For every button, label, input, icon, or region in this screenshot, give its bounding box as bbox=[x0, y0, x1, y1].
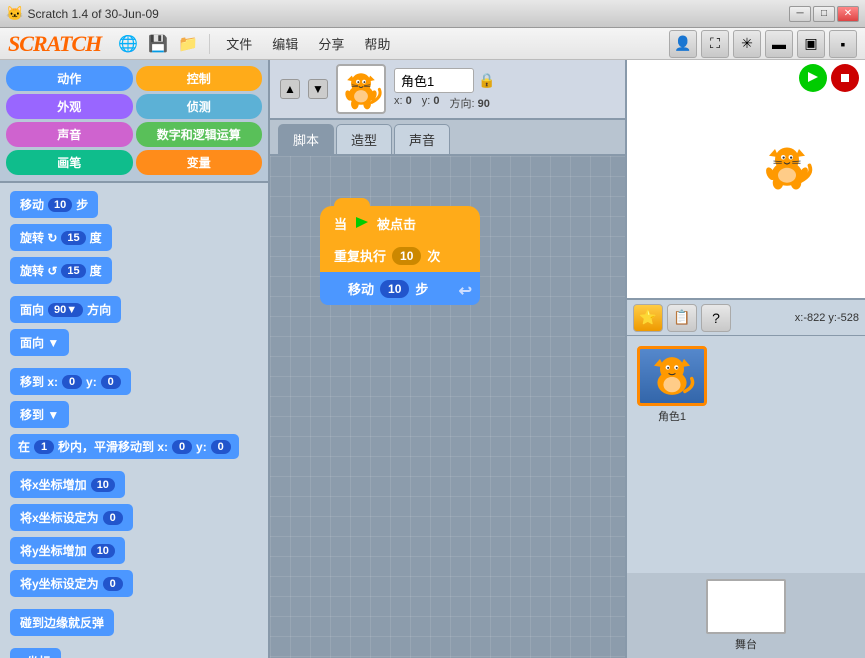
menu-separator bbox=[209, 34, 210, 54]
script-block-group: 当 被点击 重复执行 10 次 移动 10 步 bbox=[320, 206, 480, 305]
categories: 动作 控制 外观 侦测 声音 数字和逻辑运算 画笔 变量 bbox=[0, 60, 268, 183]
sprite-thumbnail-cat bbox=[338, 66, 384, 112]
sprite-list-cat bbox=[642, 350, 702, 402]
sprite-item-1[interactable]: 角色1 bbox=[637, 346, 707, 424]
stop-btn[interactable] bbox=[831, 64, 859, 92]
block-move[interactable]: 移动 10 步 bbox=[10, 191, 98, 218]
menu-file[interactable]: 文件 bbox=[218, 30, 260, 57]
block-change-y[interactable]: 将y坐标增加 10 bbox=[10, 537, 125, 564]
globe-icon[interactable]: 🌐 bbox=[115, 31, 141, 57]
block-goto[interactable]: 移到 ▼ bbox=[10, 401, 69, 428]
stage-thumb-section: 舞台 bbox=[627, 573, 865, 658]
sprite-coords: x: 0 y: 0 方向: 90 bbox=[394, 95, 495, 111]
cat-control[interactable]: 控制 bbox=[136, 66, 263, 91]
script-tabs: 脚本 造型 声音 bbox=[270, 120, 625, 156]
cat-motion[interactable]: 动作 bbox=[6, 66, 133, 91]
lock-icon: 🔒 bbox=[478, 72, 495, 89]
app-icon: 🐱 bbox=[6, 5, 23, 22]
green-flag-btn[interactable] bbox=[799, 64, 827, 92]
folder-icon[interactable]: 📁 bbox=[175, 31, 201, 57]
x-coord-label: x: 0 bbox=[394, 95, 412, 111]
stop-icon bbox=[839, 72, 851, 84]
block-set-x[interactable]: 将x坐标设定为 0 bbox=[10, 504, 133, 531]
block-move-script[interactable]: 移动 10 步 ↩ bbox=[320, 272, 480, 305]
profile-btn[interactable]: 👤 bbox=[669, 30, 697, 58]
y-coord-label: y: 0 bbox=[422, 95, 440, 111]
block-face-dir[interactable]: 面向 90▼ 方向 bbox=[10, 296, 121, 323]
save-icon[interactable]: 💾 bbox=[145, 31, 171, 57]
layout-btn3[interactable]: ▪ bbox=[829, 30, 857, 58]
stage-toolbar: ⭐ 📋 ? x:-822 y:-528 bbox=[627, 300, 865, 336]
sprite-thumb-1 bbox=[637, 346, 707, 406]
titlebar: 🐱 Scratch 1.4 of 30-Jun-09 ─ □ ✕ bbox=[0, 0, 865, 28]
sprite-thumbnail bbox=[336, 64, 386, 114]
stage-thumb-label: 舞台 bbox=[735, 636, 757, 652]
help-tool-btn[interactable]: ? bbox=[701, 304, 731, 332]
stamp-tool-btn[interactable]: 📋 bbox=[667, 304, 697, 332]
block-bounce[interactable]: 碰到边缘就反弹 bbox=[10, 609, 114, 636]
settings-btn[interactable]: ✳ bbox=[733, 30, 761, 58]
block-goto-xy[interactable]: 移到 x: 0 y: 0 bbox=[10, 368, 131, 395]
loop-arrow-icon: ↩ bbox=[459, 281, 472, 301]
tab-scripts[interactable]: 脚本 bbox=[278, 124, 334, 154]
green-flag-icon bbox=[353, 215, 371, 233]
cat-looks[interactable]: 外观 bbox=[6, 94, 133, 119]
blocks-list: 移动 10 步 旋转 ↻ 15 度 旋转 ↺ 15 度 面向 90▼ 方向 面向 bbox=[0, 183, 268, 658]
menu-share[interactable]: 分享 bbox=[310, 30, 352, 57]
maximize-btn[interactable]: □ bbox=[813, 6, 835, 22]
stage-cat bbox=[757, 140, 817, 195]
sprite-header: ▲ ▼ bbox=[270, 60, 625, 120]
scripts-panel: ▲ ▼ bbox=[270, 60, 625, 658]
flag-icon bbox=[806, 71, 820, 85]
blocks-panel: 动作 控制 外观 侦测 声音 数字和逻辑运算 画笔 变量 移动 10 步 旋转 … bbox=[0, 60, 270, 658]
block-xpos[interactable]: x坐标 bbox=[10, 648, 61, 658]
menu-help[interactable]: 帮助 bbox=[356, 30, 398, 57]
paint-tool-btn[interactable]: ⭐ bbox=[633, 304, 663, 332]
layout-btn1[interactable]: ▬ bbox=[765, 30, 793, 58]
sprite-name-row: 角色1 🔒 bbox=[394, 68, 495, 93]
user-icon-group: 👤 ⛶ ✳ ▬ ▣ ▪ bbox=[669, 30, 857, 58]
sprite-label-1: 角色1 bbox=[637, 408, 707, 424]
block-rotate-cw[interactable]: 旋转 ↻ 15 度 bbox=[10, 224, 112, 251]
right-panel: ⭐ 📋 ? x:-822 y:-528 bbox=[625, 60, 865, 658]
sprite-down-btn[interactable]: ▼ bbox=[308, 79, 328, 99]
cat-variables[interactable]: 变量 bbox=[136, 150, 263, 175]
block-change-x[interactable]: 将x坐标增加 10 bbox=[10, 471, 125, 498]
stage-cat-svg bbox=[757, 140, 817, 193]
sprite-name-box[interactable]: 角色1 bbox=[394, 68, 474, 93]
cat-operators[interactable]: 数字和逻辑运算 bbox=[136, 122, 263, 147]
sprite-info: 角色1 🔒 x: 0 y: 0 方向: 90 bbox=[394, 68, 495, 111]
block-set-y[interactable]: 将y坐标设定为 0 bbox=[10, 570, 133, 597]
tab-sounds[interactable]: 声音 bbox=[394, 124, 450, 154]
stage-area bbox=[627, 60, 865, 300]
scripts-area[interactable]: 当 被点击 重复执行 10 次 移动 10 步 bbox=[270, 156, 625, 658]
block-face[interactable]: 面向 ▼ bbox=[10, 329, 69, 356]
menu-edit[interactable]: 编辑 bbox=[264, 30, 306, 57]
cat-pen[interactable]: 画笔 bbox=[6, 150, 133, 175]
scratch-logo: SCRATCH bbox=[8, 31, 101, 57]
window-controls: ─ □ ✕ bbox=[789, 6, 859, 22]
sprites-section: 角色1 bbox=[627, 336, 865, 573]
menubar: SCRATCH 🌐 💾 📁 文件 编辑 分享 帮助 👤 ⛶ ✳ ▬ ▣ ▪ bbox=[0, 28, 865, 60]
minimize-btn[interactable]: ─ bbox=[789, 6, 811, 22]
stage-controls bbox=[799, 64, 859, 92]
layout-btn2[interactable]: ▣ bbox=[797, 30, 825, 58]
tab-costumes[interactable]: 造型 bbox=[336, 124, 392, 154]
stage-coords: x:-822 y:-528 bbox=[795, 312, 859, 324]
title-text: Scratch 1.4 of 30-Jun-09 bbox=[27, 7, 158, 21]
close-btn[interactable]: ✕ bbox=[837, 6, 859, 22]
block-repeat[interactable]: 重复执行 10 次 bbox=[320, 239, 480, 272]
dir-label: 方向: 90 bbox=[450, 95, 490, 111]
cat-sound[interactable]: 声音 bbox=[6, 122, 133, 147]
block-glide[interactable]: 在 1 秒内，平滑移动到 x: 0 y: 0 bbox=[10, 434, 239, 459]
cat-sensing[interactable]: 侦测 bbox=[136, 94, 263, 119]
stage-thumb-box[interactable] bbox=[706, 579, 786, 634]
fullscreen-btn[interactable]: ⛶ bbox=[701, 30, 729, 58]
block-when-flag[interactable]: 当 被点击 bbox=[320, 206, 480, 239]
block-rotate-ccw[interactable]: 旋转 ↺ 15 度 bbox=[10, 257, 112, 284]
sprite-up-btn[interactable]: ▲ bbox=[280, 79, 300, 99]
main-layout: 动作 控制 外观 侦测 声音 数字和逻辑运算 画笔 变量 移动 10 步 旋转 … bbox=[0, 60, 865, 658]
